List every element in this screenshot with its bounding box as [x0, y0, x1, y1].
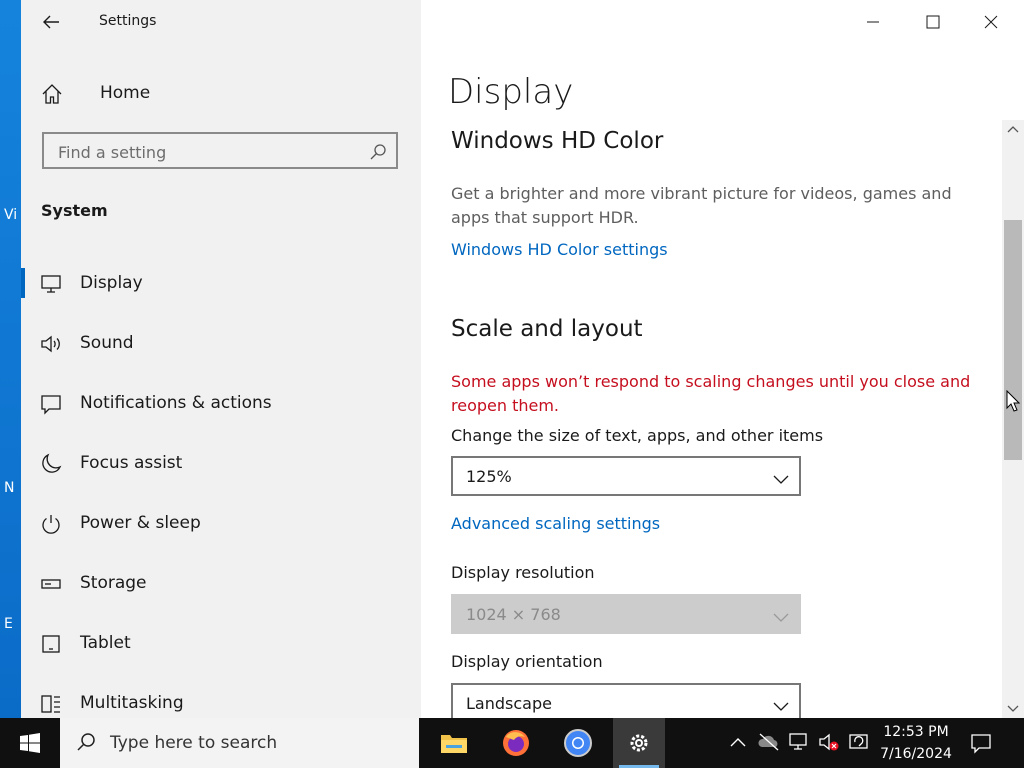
sidebar-item-label: Sound — [80, 333, 134, 353]
notification-center-icon[interactable] — [970, 732, 992, 754]
start-button[interactable] — [0, 718, 60, 768]
home-nav-item[interactable]: Home — [41, 78, 401, 110]
vertical-scrollbar[interactable] — [1002, 120, 1024, 718]
home-label: Home — [100, 83, 151, 103]
sidebar-item-tablet[interactable]: Tablet — [21, 614, 421, 674]
onedrive-cloud-icon[interactable] — [758, 732, 780, 752]
advanced-scaling-link[interactable]: Advanced scaling settings — [451, 514, 660, 533]
taskbar-search-text: Type here to search — [110, 733, 278, 753]
sidebar-item-label: Multitasking — [80, 693, 184, 713]
minimize-button[interactable] — [844, 0, 902, 44]
taskbar: Type here to search 12:53 PM 7/16/2024 — [0, 718, 1024, 768]
windows-logo-icon — [20, 733, 40, 753]
multitasking-icon — [40, 693, 62, 715]
resolution-label: Display resolution — [451, 563, 595, 582]
desktop-icon-label: Vi — [4, 207, 18, 223]
size-label: Change the size of text, apps, and other… — [451, 426, 824, 445]
hd-color-settings-link[interactable]: Windows HD Color settings — [451, 240, 668, 259]
sidebar-item-label: Power & sleep — [80, 513, 201, 533]
app-title: Settings — [99, 13, 157, 29]
close-icon — [984, 15, 998, 29]
system-clock[interactable]: 12:53 PM 7/16/2024 — [876, 721, 956, 765]
power-icon — [40, 513, 62, 535]
notification-icon — [40, 393, 62, 415]
scrollbar-thumb[interactable] — [1004, 220, 1022, 460]
resolution-dropdown-value: 1024 × 768 — [466, 605, 561, 624]
clock-date: 7/16/2024 — [880, 746, 952, 762]
hd-color-description: Get a brighter and more vibrant picture … — [451, 184, 952, 227]
sidebar-item-storage[interactable]: Storage — [21, 554, 421, 614]
window-controls — [844, 0, 1024, 44]
firefox-icon — [503, 730, 529, 756]
chevron-down-icon — [773, 608, 789, 622]
taskbar-app-chrome[interactable] — [552, 718, 604, 768]
find-setting-search[interactable] — [42, 132, 398, 169]
scaling-warning: Some apps won’t respond to scaling chang… — [451, 372, 971, 415]
minimize-icon — [867, 21, 879, 23]
storage-icon — [40, 573, 62, 595]
heading-hd-color: Windows HD Color — [451, 128, 664, 154]
sidebar-item-power-sleep[interactable]: Power & sleep — [21, 494, 421, 554]
taskbar-app-firefox[interactable] — [490, 718, 542, 768]
nav-list: Display Sound Notifications & actions Fo… — [21, 254, 421, 718]
resolution-dropdown: 1024 × 768 — [451, 594, 801, 634]
moon-icon — [40, 453, 62, 475]
heading-scale-layout: Scale and layout — [451, 316, 643, 342]
back-button[interactable] — [39, 10, 63, 34]
remote-connection-icon[interactable] — [848, 732, 870, 752]
title-bar: Settings — [21, 0, 421, 44]
home-icon — [41, 83, 63, 105]
settings-window: Settings Home System Display — [21, 0, 1024, 718]
settings-gear-icon — [630, 734, 648, 752]
tablet-icon — [40, 633, 62, 655]
maximize-button[interactable] — [904, 0, 962, 44]
sidebar-item-label: Storage — [80, 573, 147, 593]
scroll-down-icon[interactable] — [1007, 704, 1019, 714]
close-button[interactable] — [962, 0, 1020, 44]
chevron-up-icon[interactable] — [730, 736, 746, 748]
network-icon[interactable] — [788, 732, 810, 752]
sidebar-item-display[interactable]: Display — [21, 254, 421, 314]
orientation-dropdown[interactable]: Landscape — [451, 683, 801, 718]
find-setting-input[interactable] — [56, 140, 360, 164]
taskbar-search[interactable]: Type here to search — [60, 718, 419, 768]
mouse-cursor-icon — [1006, 390, 1020, 412]
search-icon — [76, 732, 96, 756]
page-title: Display — [448, 72, 574, 112]
sidebar-item-focus-assist[interactable]: Focus assist — [21, 434, 421, 494]
monitor-icon — [40, 273, 62, 295]
settings-scroll-area: Windows HD Color Get a brighter and more… — [421, 120, 1021, 718]
sidebar-item-notifications[interactable]: Notifications & actions — [21, 374, 421, 434]
navigation-pane: Settings Home System Display — [21, 0, 421, 718]
sidebar-item-label: Tablet — [80, 633, 131, 653]
scale-dropdown-value: 125% — [466, 467, 512, 486]
scale-dropdown[interactable]: 125% — [451, 456, 801, 496]
orientation-label: Display orientation — [451, 652, 603, 671]
volume-muted-icon[interactable] — [818, 732, 840, 752]
chevron-down-icon — [773, 697, 789, 711]
chrome-icon — [564, 729, 592, 757]
taskbar-app-file-explorer[interactable] — [428, 718, 480, 768]
sidebar-item-label: Focus assist — [80, 453, 183, 473]
sidebar-item-label: Display — [80, 273, 143, 293]
clock-time: 12:53 PM — [883, 724, 949, 740]
back-arrow-icon — [43, 15, 59, 29]
desktop-icon-label: E — [4, 616, 13, 632]
search-icon[interactable] — [369, 143, 387, 161]
sidebar-item-sound[interactable]: Sound — [21, 314, 421, 374]
content-pane: Display Windows HD Color Get a brighter … — [421, 0, 1024, 718]
file-explorer-icon — [441, 735, 467, 753]
taskbar-app-settings[interactable] — [613, 718, 665, 768]
maximize-icon — [926, 15, 940, 29]
section-title-system: System — [41, 201, 108, 220]
scroll-up-icon[interactable] — [1007, 124, 1019, 134]
sidebar-item-multitasking[interactable]: Multitasking — [21, 674, 421, 718]
speaker-icon — [40, 333, 62, 355]
selection-indicator — [21, 268, 25, 298]
desktop-icon-label: N — [4, 480, 15, 496]
orientation-dropdown-value: Landscape — [466, 694, 552, 713]
chevron-down-icon — [773, 470, 789, 484]
sidebar-item-label: Notifications & actions — [80, 393, 272, 413]
